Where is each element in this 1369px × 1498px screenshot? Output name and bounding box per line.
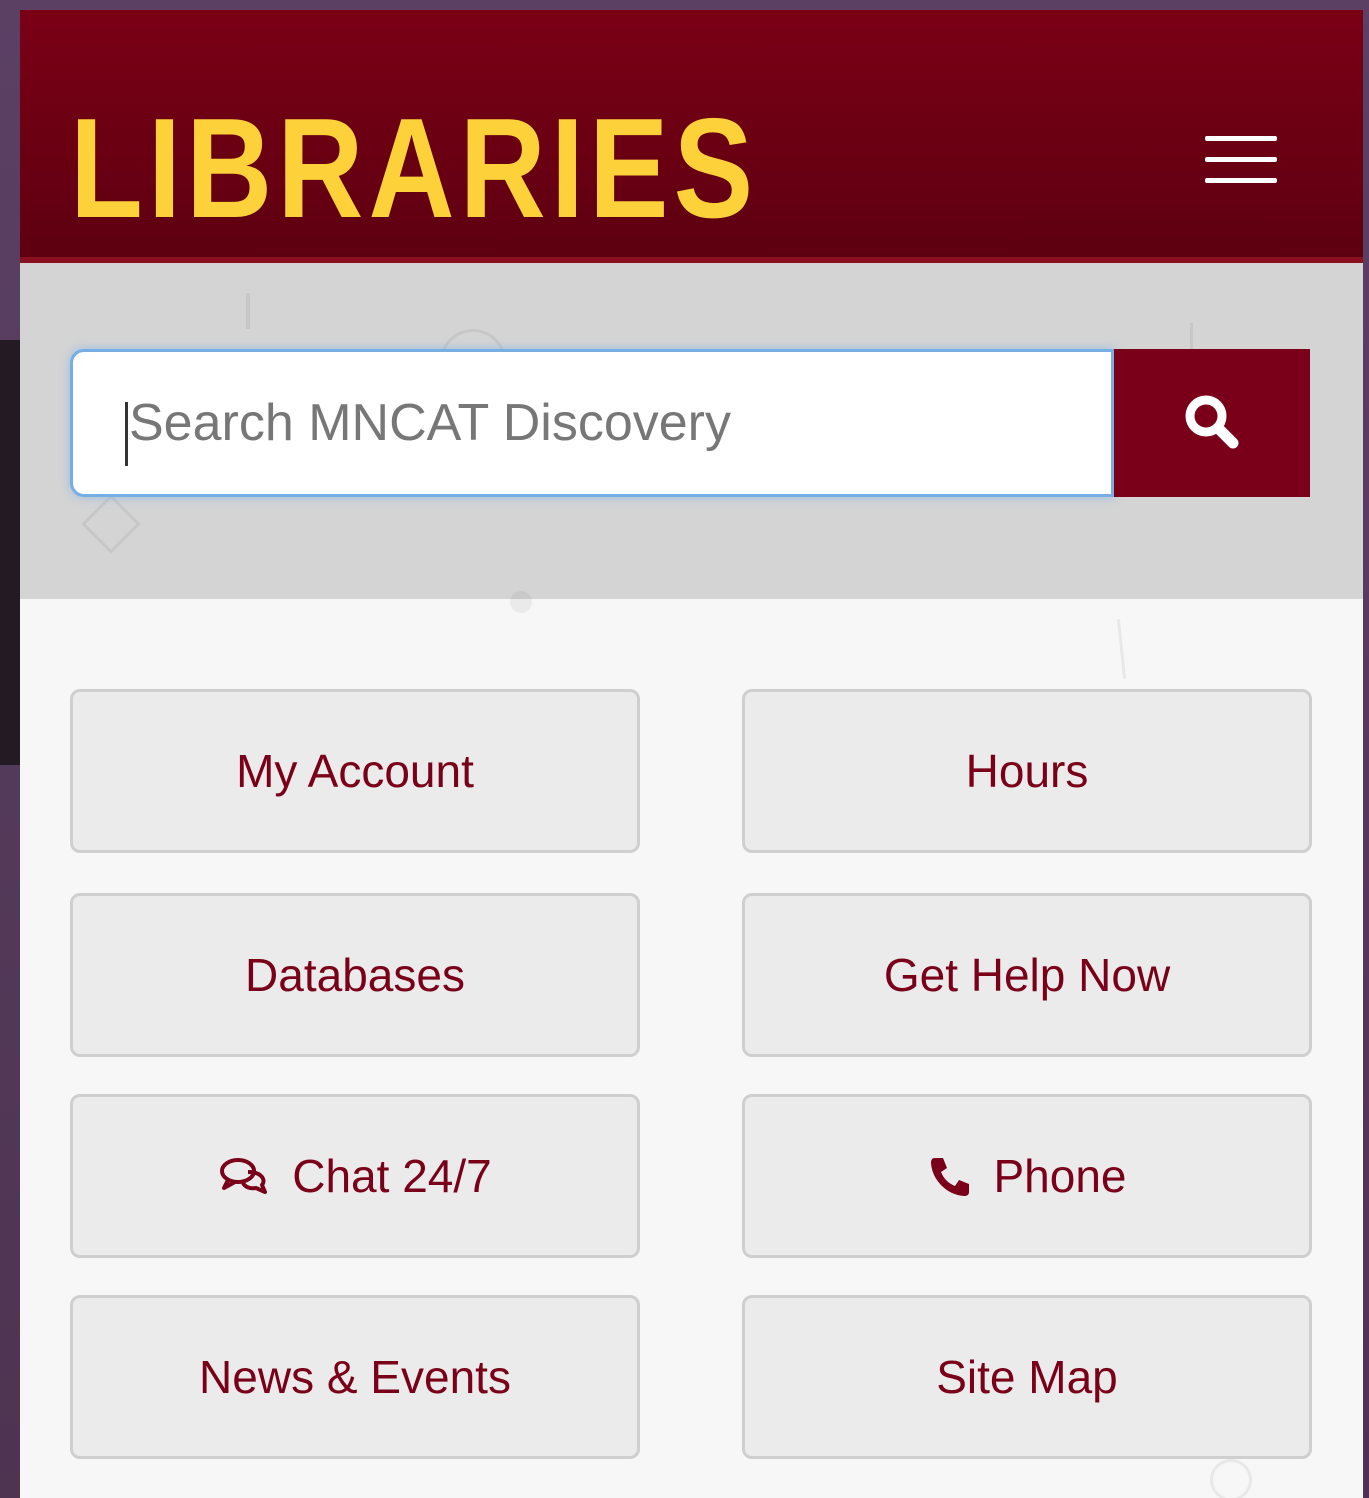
chat-icon [218,1154,270,1198]
phone-icon [927,1154,971,1198]
get-help-now-label: Get Help Now [883,949,1171,1001]
search-section [20,263,1363,599]
site-map-label: Site Map [936,1351,1118,1403]
decorative-dot [510,591,532,613]
my-account-button[interactable]: My Account [70,689,640,853]
mobile-viewport: LIBRARIES My Account [20,10,1363,1498]
search-button[interactable] [1114,349,1310,497]
chat-label: Chat 24/7 [292,1150,492,1202]
background-window-edge [0,340,20,765]
my-account-label: My Account [236,745,474,797]
phone-button[interactable]: Phone [742,1094,1312,1258]
search-input[interactable] [70,349,1114,497]
get-help-now-button[interactable]: Get Help Now [742,893,1312,1057]
hours-label: Hours [965,745,1089,797]
hours-button[interactable]: Hours [742,689,1312,853]
hamburger-menu-icon[interactable] [1197,130,1281,190]
decorative-line [1116,619,1127,679]
search-icon [1180,395,1244,457]
libraries-logo[interactable]: LIBRARIES [70,98,758,240]
news-events-label: News & Events [199,1351,511,1403]
text-cursor [125,402,128,466]
chat-button[interactable]: Chat 24/7 [70,1094,640,1258]
databases-label: Databases [245,949,465,1001]
menu-bar [1205,157,1277,162]
decorative-line [246,293,250,329]
site-header: LIBRARIES [20,10,1363,263]
quick-links-grid: My Account Hours Databases Get Help Now … [20,591,1363,1498]
decorative-diamond [81,494,141,554]
site-map-button[interactable]: Site Map [742,1295,1312,1459]
databases-button[interactable]: Databases [70,893,640,1057]
news-events-button[interactable]: News & Events [70,1295,640,1459]
menu-bar [1205,136,1277,141]
phone-label: Phone [993,1150,1127,1202]
decorative-circle [1210,1459,1252,1498]
menu-bar [1205,178,1277,183]
